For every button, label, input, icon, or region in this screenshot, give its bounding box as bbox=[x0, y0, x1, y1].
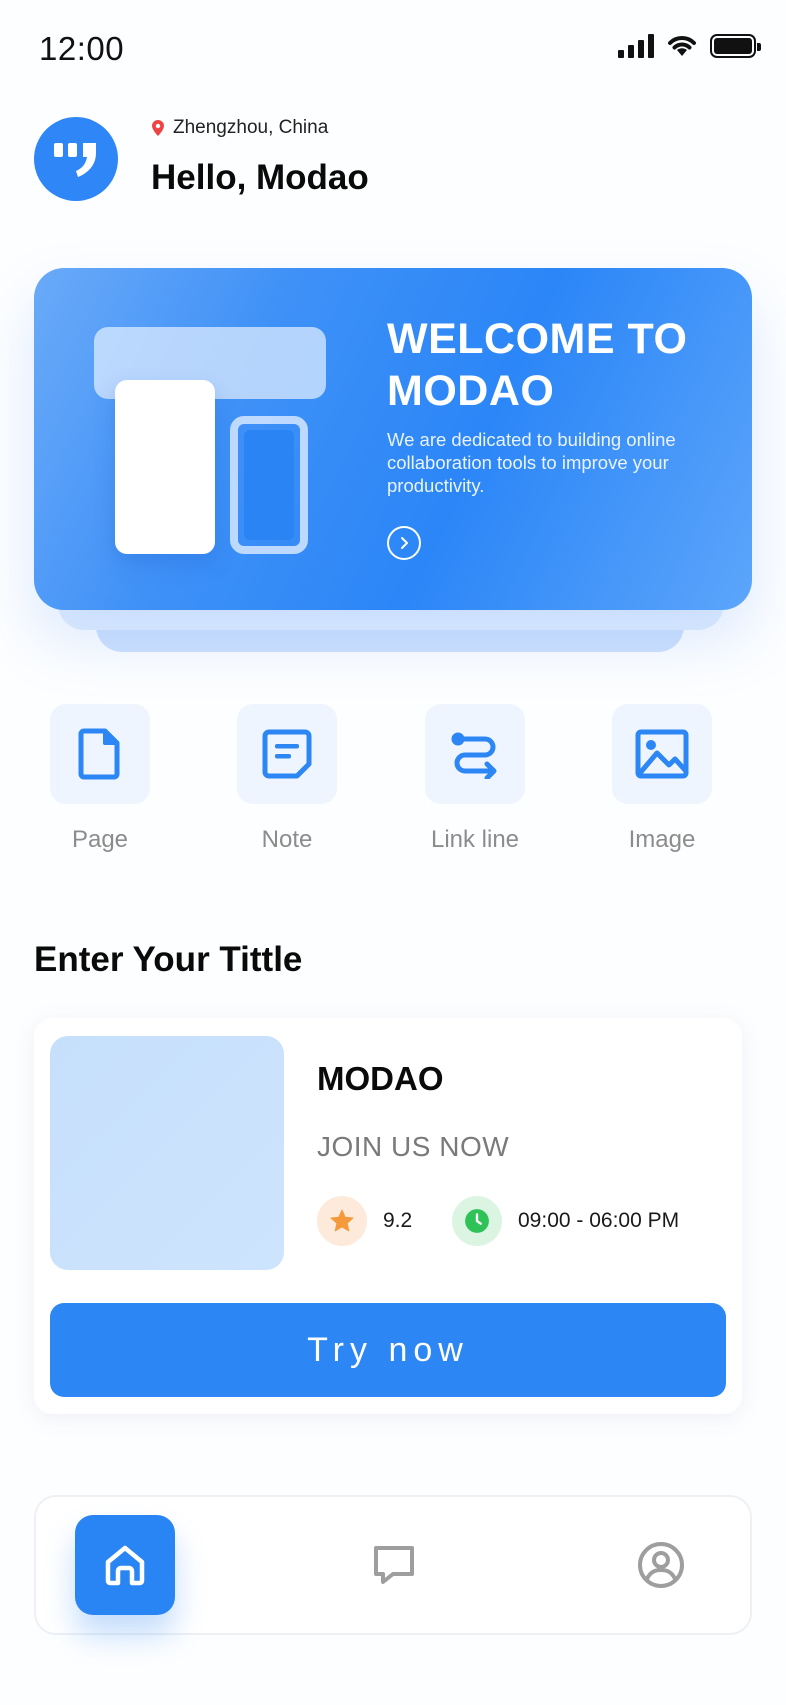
hours-value: 09:00 - 06:00 PM bbox=[518, 1209, 680, 1232]
location-pin-icon bbox=[152, 120, 164, 136]
card-subtitle: JOIN US NOW bbox=[317, 1131, 510, 1162]
location-label: Zhengzhou, China bbox=[173, 117, 329, 138]
user-icon bbox=[638, 1542, 684, 1588]
banner-title: WELCOME TO MODAO bbox=[387, 315, 688, 415]
banner-next-button[interactable] bbox=[387, 526, 421, 560]
status-time: 12:00 bbox=[39, 30, 125, 67]
section-title: Enter Your Tittle bbox=[34, 940, 303, 979]
illustration-phone bbox=[230, 416, 308, 554]
home-screen: 12:00 Zhengzhou, China Hello, Modao WELC… bbox=[0, 0, 786, 1705]
link-line-icon bbox=[451, 732, 497, 779]
card-thumbnail bbox=[50, 1036, 284, 1270]
clock-icon bbox=[465, 1209, 489, 1233]
action-page[interactable]: Page bbox=[30, 704, 170, 854]
try-now-button[interactable]: Try now bbox=[50, 1303, 726, 1397]
opening-hours: 09:00 - 06:00 PM bbox=[452, 1196, 679, 1246]
rating: 9.2 bbox=[317, 1196, 412, 1246]
battery-icon bbox=[710, 34, 761, 58]
image-icon bbox=[635, 729, 689, 779]
wifi-icon bbox=[668, 36, 696, 56]
action-note-label: Note bbox=[261, 826, 313, 853]
page-icon bbox=[78, 728, 120, 780]
rating-value: 9.2 bbox=[383, 1209, 413, 1232]
tab-profile[interactable] bbox=[611, 1515, 711, 1615]
signal-icon bbox=[618, 34, 654, 58]
illustration-card bbox=[115, 380, 215, 554]
chevron-right-icon bbox=[401, 537, 408, 549]
action-page-label: Page bbox=[71, 826, 129, 853]
message-icon bbox=[374, 1546, 414, 1584]
card-title: MODAO bbox=[317, 1060, 444, 1097]
tab-messages[interactable] bbox=[344, 1515, 444, 1615]
welcome-banner[interactable]: WELCOME TO MODAO We are dedicated to bui… bbox=[34, 268, 752, 610]
tab-home[interactable] bbox=[75, 1515, 175, 1615]
location[interactable]: Zhengzhou, China bbox=[152, 117, 328, 139]
banner-description: We are dedicated to building online coll… bbox=[387, 429, 676, 496]
star-icon bbox=[330, 1209, 354, 1232]
avatar-logo[interactable] bbox=[34, 117, 118, 201]
home-icon bbox=[105, 1545, 145, 1586]
action-note[interactable]: Note bbox=[217, 704, 357, 854]
action-link-line-label: Link line bbox=[430, 826, 520, 853]
tab-bar bbox=[34, 1495, 752, 1635]
greeting: Hello, Modao bbox=[151, 158, 369, 197]
action-image[interactable]: Image bbox=[592, 704, 732, 854]
promo-card: MODAO JOIN US NOW 9.2 09:00 - 06:00 PM T… bbox=[34, 1018, 742, 1414]
quick-actions: Page Note Link line Image bbox=[0, 704, 786, 854]
action-image-label: Image bbox=[628, 826, 696, 853]
action-link-line[interactable]: Link line bbox=[405, 704, 545, 854]
status-icons bbox=[618, 34, 761, 58]
modao-logo-icon bbox=[54, 143, 96, 177]
note-icon bbox=[262, 729, 312, 779]
